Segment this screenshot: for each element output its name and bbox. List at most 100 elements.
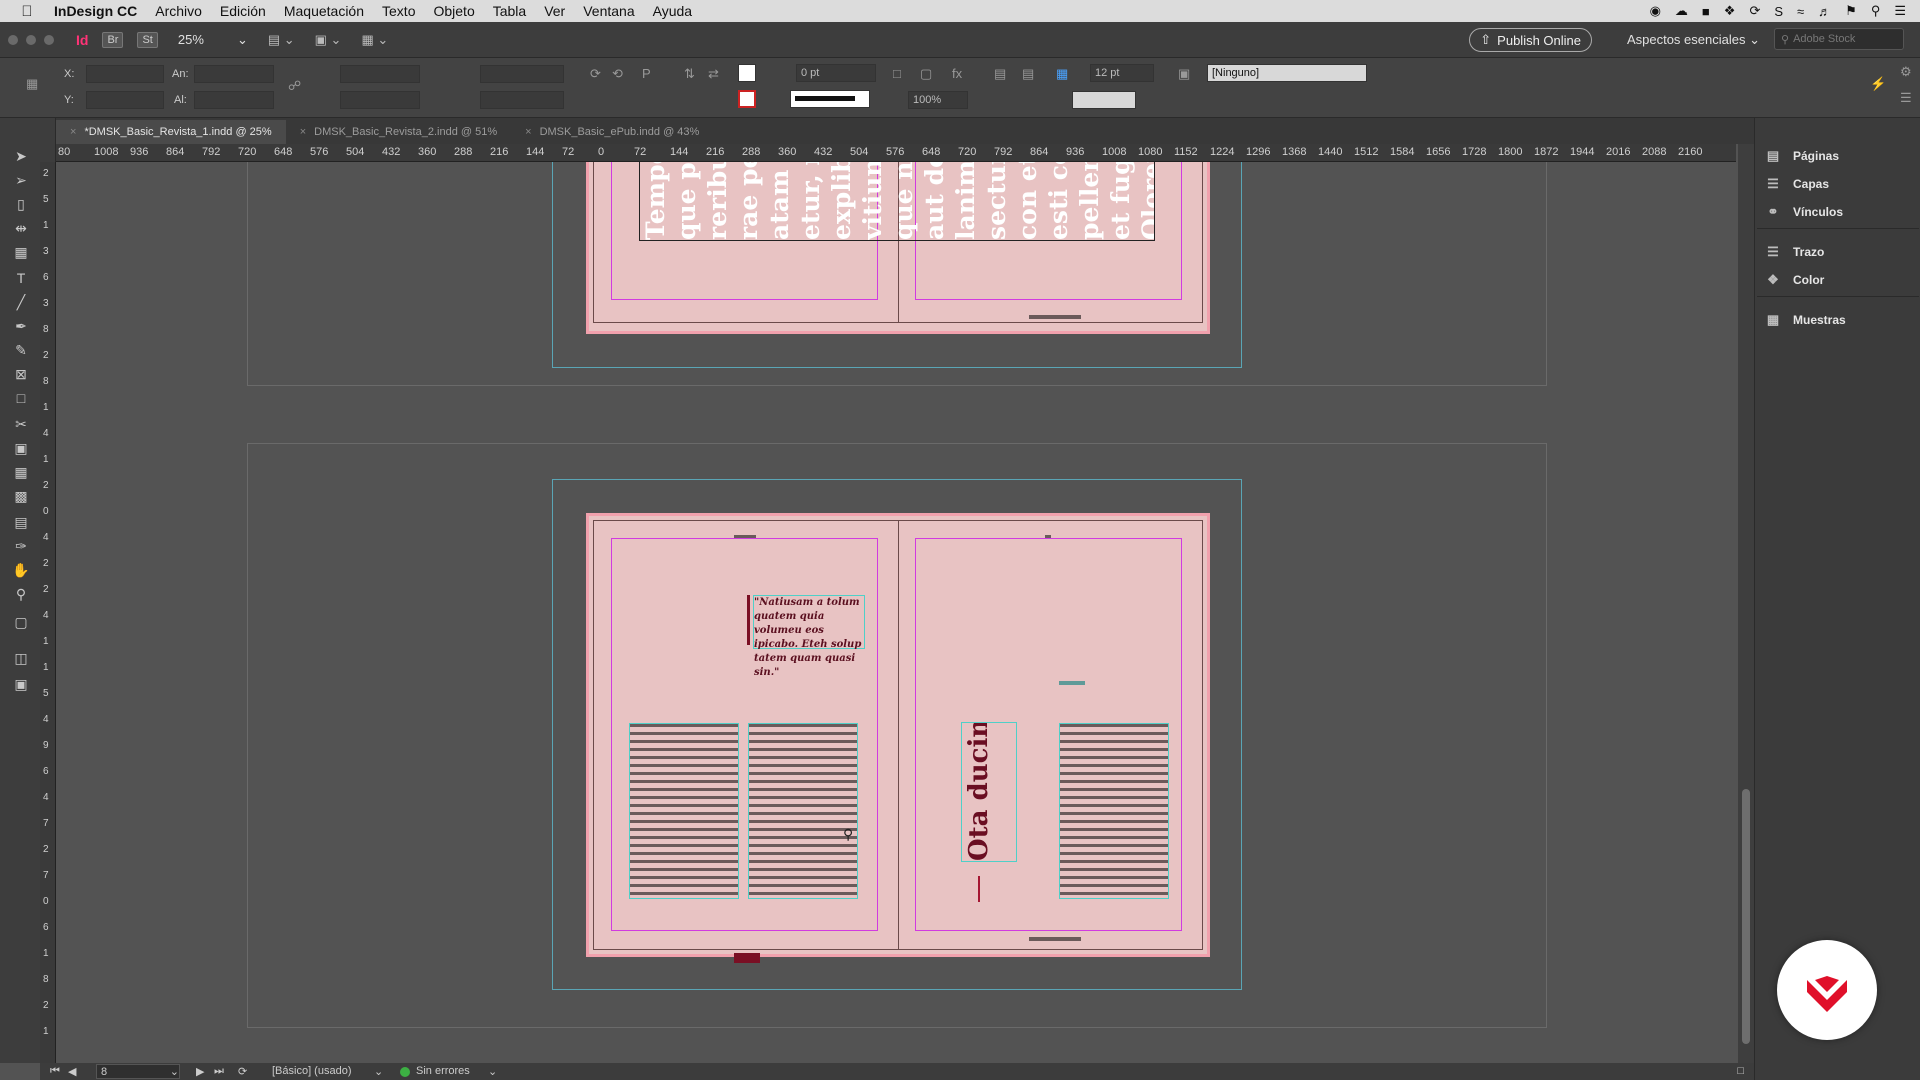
text-column-1[interactable] — [629, 723, 739, 899]
list-icon[interactable]: ☰ — [1894, 3, 1906, 19]
cloud-icon[interactable]: ☁ — [1675, 3, 1688, 19]
record-icon[interactable]: ◉ — [1650, 3, 1661, 19]
hand-tool-icon[interactable]: ✋ — [10, 560, 32, 580]
direct-selection-tool-icon[interactable]: ➢ — [10, 170, 32, 190]
stroke-weight-field[interactable]: 0 pt — [796, 64, 876, 82]
panel-trazo[interactable]: ☰ Trazo — [1765, 244, 1824, 260]
fx-icon[interactable]: fx — [952, 66, 962, 81]
bridge-button[interactable]: Br — [102, 31, 124, 48]
settings-icon[interactable]: ⚙ — [1900, 64, 1912, 80]
menu-tabla[interactable]: Tabla — [493, 3, 526, 19]
menu-icon[interactable]: ☰ — [1900, 90, 1912, 106]
y-field[interactable] — [86, 91, 164, 109]
stroke-type-select[interactable] — [790, 90, 870, 108]
volume-icon[interactable]: ♬ — [1818, 4, 1831, 19]
chevron-down-icon[interactable]: ⌄ — [488, 1065, 497, 1078]
pull-quote[interactable]: "Natiusam a tolum quatem quia volumeu eo… — [753, 595, 865, 678]
spread-top[interactable]: Tempor que pro reribus rae pers atam vi etur,… — [586, 162, 1210, 334]
opacity-field[interactable]: 100% — [908, 91, 968, 109]
last-page-icon[interactable]: ⏭ — [214, 1065, 224, 1078]
close-icon[interactable]: × — [70, 126, 76, 138]
stroke-swatch[interactable] — [738, 90, 756, 108]
fitting-icon[interactable]: ▦ — [1056, 66, 1068, 82]
spread-bottom[interactable]: "Natiusam a tolum quatem quia volumeu eo… — [586, 513, 1210, 963]
gradient-feather-tool-icon[interactable]: ▩ — [10, 486, 32, 506]
workspace-switcher[interactable]: Aspectos esenciales ⌄ — [1627, 32, 1760, 48]
free-transform-tool-icon[interactable]: ▣ — [10, 438, 32, 458]
screen-mode-icon[interactable]: ▣ ⌄ — [315, 32, 342, 48]
menu-ver[interactable]: Ver — [544, 3, 565, 19]
view-options-icon[interactable]: ▤ ⌄ — [268, 32, 295, 48]
previous-page-icon[interactable]: ◀ — [68, 1065, 76, 1078]
selection-tool-icon[interactable]: ➤ — [10, 146, 32, 166]
layout-view-icon[interactable]: □ — [1737, 1065, 1744, 1077]
zoom-select[interactable]: 25% ⌄ — [178, 32, 248, 48]
constrain-proportions-icon[interactable]: ☍ — [288, 78, 301, 94]
reference-point-icon[interactable]: ▦ — [26, 76, 38, 92]
panel-muestras[interactable]: ▦ Muestras — [1765, 312, 1846, 328]
height-field[interactable] — [194, 91, 274, 109]
headline-frame[interactable]: Ota ducimaios — [961, 722, 1017, 862]
pencil-tool-icon[interactable]: ✎ — [10, 340, 32, 360]
stock-button[interactable]: St — [137, 31, 158, 48]
menu-objeto[interactable]: Objeto — [433, 3, 474, 19]
document-canvas[interactable]: Tempor que pro reribus rae pers atam vi etur,… — [56, 162, 1740, 1063]
content-collector-icon[interactable]: ▦ — [10, 242, 32, 262]
zoom-tool-icon[interactable]: ⚲ — [10, 584, 32, 604]
scrollbar-thumb[interactable] — [1742, 789, 1750, 1044]
text-column-2[interactable] — [748, 723, 858, 899]
close-window-button[interactable] — [8, 34, 18, 45]
app-icon[interactable]: ■ — [1702, 4, 1710, 19]
gap-tool-icon[interactable]: ⇹ — [10, 218, 32, 238]
apply-none-icon[interactable]: ◫ — [10, 648, 32, 668]
fill-stroke-icon[interactable]: ▢ — [10, 612, 32, 632]
dropbox-icon[interactable]: ❖ — [1724, 3, 1736, 19]
rectangle-tool-icon[interactable]: □ — [10, 388, 32, 408]
menu-archivo[interactable]: Archivo — [155, 3, 202, 19]
scale-y-field[interactable] — [340, 91, 420, 109]
sync-icon[interactable]: ⟳ — [1749, 3, 1760, 19]
flag-icon[interactable]: ⚑ — [1845, 3, 1857, 19]
zoom-window-button[interactable] — [44, 34, 54, 45]
rotation-field[interactable] — [480, 65, 564, 83]
text-wrap-icon[interactable]: ▤ — [994, 66, 1006, 82]
first-page-icon[interactable]: ⏮ — [50, 1065, 60, 1078]
minimize-window-button[interactable] — [26, 34, 36, 45]
chevron-down-icon[interactable]: ⌄ — [374, 1065, 383, 1078]
lightning-icon[interactable]: ⚡ — [1870, 76, 1886, 92]
tab-revista-2[interactable]: × DMSK_Basic_Revista_2.indd @ 51% — [286, 120, 511, 144]
shadow-icon[interactable]: ▢ — [920, 66, 932, 82]
panel-capas[interactable]: ☰ Capas — [1765, 176, 1829, 192]
width-field[interactable] — [194, 65, 274, 83]
eyedropper-tool-icon[interactable]: ✑ — [10, 536, 32, 556]
direction-icon[interactable]: P — [642, 66, 651, 81]
vertical-text-frame[interactable]: Tempor que pro reribus rae pers atam vi etur,… — [639, 162, 1155, 241]
tab-epub[interactable]: × DMSK_Basic_ePub.indd @ 43% — [511, 120, 713, 144]
note-tool-icon[interactable]: ▤ — [10, 512, 32, 532]
refresh-icon[interactable]: ⟳ — [238, 1065, 247, 1078]
publish-online-button[interactable]: ⇧ Publish Online — [1469, 28, 1592, 52]
wifi-icon[interactable]: ≈ — [1797, 4, 1804, 19]
object-style-select[interactable]: [Ninguno] — [1207, 64, 1367, 82]
align-icon[interactable]: ⇅ — [684, 66, 695, 82]
panel-paginas[interactable]: ▤ Páginas — [1765, 148, 1839, 164]
panel-color[interactable]: ❖ Color — [1765, 272, 1824, 288]
rotate-ccw-icon[interactable]: ⟲ — [612, 66, 623, 82]
type-tool-icon[interactable]: T — [10, 268, 32, 288]
scale-x-field[interactable] — [340, 65, 420, 83]
vertical-scrollbar[interactable] — [1738, 144, 1754, 1063]
gradient-swatch-tool-icon[interactable]: ▦ — [10, 462, 32, 482]
fill-swatch[interactable] — [738, 64, 756, 82]
page-tool-icon[interactable]: ▯ — [10, 194, 32, 214]
skype-icon[interactable]: S — [1774, 4, 1783, 19]
next-page-icon[interactable]: ▶ — [196, 1065, 204, 1078]
menu-texto[interactable]: Texto — [382, 3, 415, 19]
text-column-3[interactable] — [1059, 723, 1169, 899]
menu-ventana[interactable]: Ventana — [583, 3, 634, 19]
page-number-select[interactable]: 8 ⌄ — [96, 1064, 180, 1079]
fill-preview[interactable] — [1072, 91, 1136, 109]
close-icon[interactable]: × — [525, 126, 531, 138]
flip-icon[interactable]: ⇄ — [708, 66, 719, 82]
search-icon[interactable]: ⚲ — [1871, 3, 1881, 19]
menu-ayuda[interactable]: Ayuda — [653, 3, 692, 19]
